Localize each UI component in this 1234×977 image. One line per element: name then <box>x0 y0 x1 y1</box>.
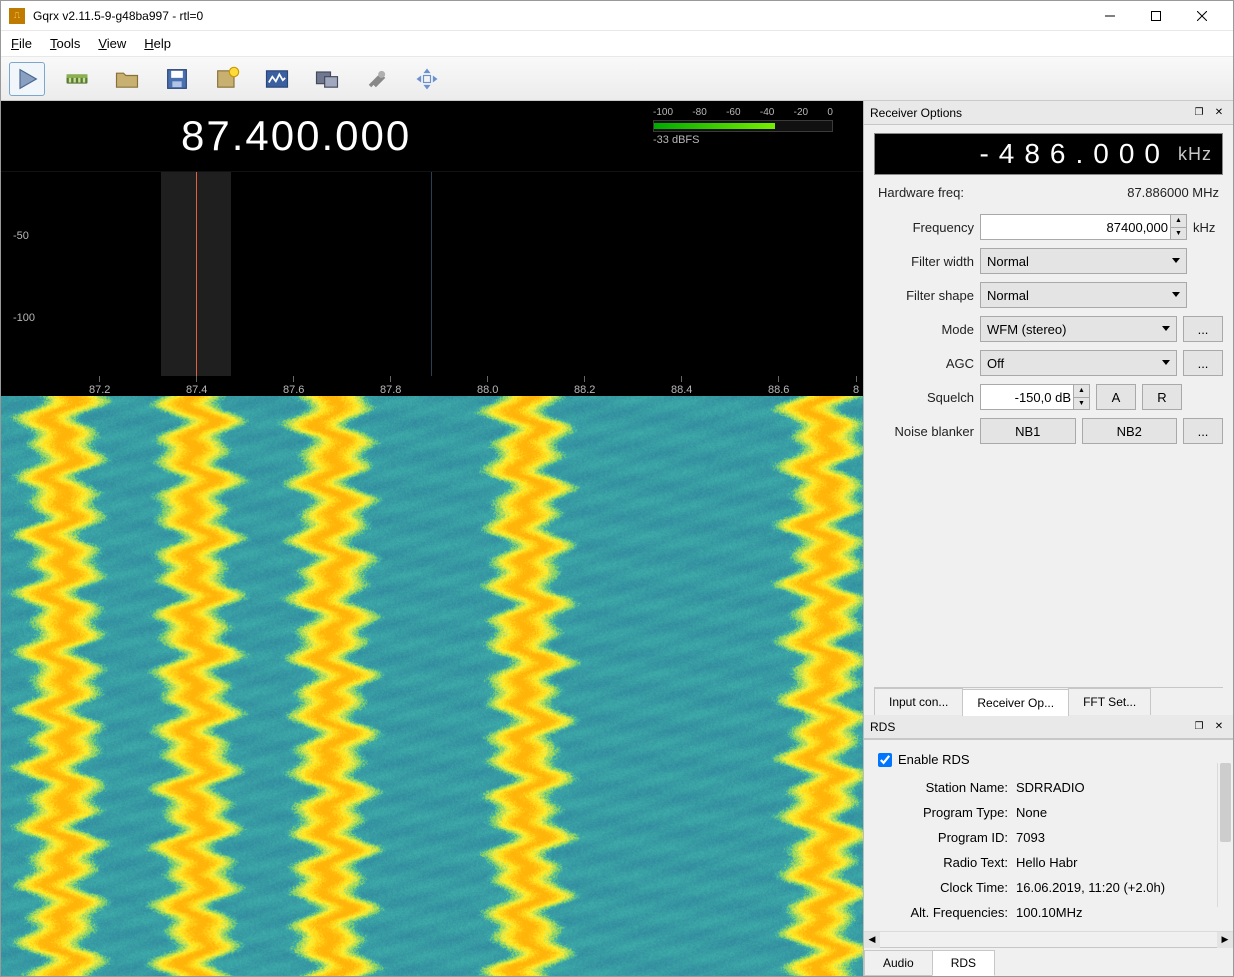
filter-shape-select[interactable]: Normal <box>980 282 1187 308</box>
options-pane: Receiver Options ❐ ✕ -486.000kHz Hardwar… <box>863 101 1233 976</box>
rds-station-name: SDRRADIO <box>1016 780 1085 795</box>
tune-marker[interactable] <box>196 172 197 376</box>
squelch-label: Squelch <box>874 390 974 405</box>
frequency-input[interactable] <box>980 214 1187 240</box>
nb2-button[interactable]: NB2 <box>1082 418 1178 444</box>
squelch-spin-up[interactable]: ▲ <box>1073 385 1089 398</box>
app-icon: ⎍ <box>9 8 25 24</box>
frequency-label: Frequency <box>874 220 974 235</box>
center-marker <box>431 172 432 376</box>
squelch-spin-down[interactable]: ▼ <box>1073 398 1089 410</box>
tab-audio[interactable]: Audio <box>864 950 933 976</box>
tab-fft-settings[interactable]: FFT Set... <box>1068 688 1151 715</box>
tab-rds[interactable]: RDS <box>932 950 995 976</box>
rds-alt-frequencies: 100.10MHz <box>1016 905 1082 920</box>
squelch-reset-button[interactable]: R <box>1142 384 1182 410</box>
device-config-button[interactable] <box>59 62 95 96</box>
rds-program-type: None <box>1016 805 1047 820</box>
receiver-options-title: Receiver Options <box>870 106 962 120</box>
menu-view[interactable]: View <box>98 36 126 51</box>
tab-input-controls[interactable]: Input con... <box>874 688 963 715</box>
window-titlebar: ⎍ Gqrx v2.11.5-9-g48ba997 - rtl=0 <box>1 1 1233 31</box>
save-button[interactable] <box>159 62 195 96</box>
agc-select[interactable]: Off <box>980 350 1177 376</box>
rds-title: RDS <box>870 720 895 734</box>
nb-more-button[interactable]: ... <box>1183 418 1223 444</box>
play-button[interactable] <box>9 62 45 96</box>
rds-dock-close-icon[interactable]: ✕ <box>1211 720 1227 734</box>
maximize-button[interactable] <box>1133 1 1179 31</box>
receiver-tab-strip: Input con... Receiver Op... FFT Set... <box>874 687 1223 715</box>
dsp-button[interactable] <box>259 62 295 96</box>
filter-width-label: Filter width <box>874 254 974 269</box>
menu-file[interactable]: File <box>11 36 32 51</box>
scroll-right-icon[interactable]: ▶ <box>1217 932 1233 948</box>
rds-program-id: 7093 <box>1016 830 1045 845</box>
waterfall-plot[interactable] <box>1 396 863 976</box>
remote-button[interactable] <box>309 62 345 96</box>
filter-width-select[interactable]: Normal <box>980 248 1187 274</box>
mode-select[interactable]: WFM (stereo) <box>980 316 1177 342</box>
scroll-left-icon[interactable]: ◀ <box>864 932 880 948</box>
enable-rds-label: Enable RDS <box>898 752 970 767</box>
hardware-freq-value: 87.886000 MHz <box>1127 185 1219 200</box>
menu-tools[interactable]: Tools <box>50 36 80 51</box>
close-button[interactable] <box>1179 1 1225 31</box>
fft-plot[interactable]: -50 -100 87.2 87.4 87.6 87.8 88.0 88.2 8… <box>1 171 863 396</box>
window-title: Gqrx v2.11.5-9-g48ba997 - rtl=0 <box>33 9 1087 23</box>
signal-meter-value: -33 dBFS <box>653 134 833 146</box>
filter-shape-label: Filter shape <box>874 288 974 303</box>
freq-spin-up[interactable]: ▲ <box>1170 215 1186 228</box>
hardware-freq-label: Hardware freq: <box>878 185 964 200</box>
record-button[interactable] <box>209 62 245 96</box>
spectrum-pane: 87.400.000 -100 -80 -60 -40 -20 0 -33 dB… <box>1 101 863 976</box>
squelch-auto-button[interactable]: A <box>1096 384 1136 410</box>
open-folder-button[interactable] <box>109 62 145 96</box>
offset-frequency-display[interactable]: -486.000kHz <box>874 133 1223 175</box>
tuned-frequency-display[interactable]: 87.400.000 <box>181 112 411 160</box>
agc-label: AGC <box>874 356 974 371</box>
nb1-button[interactable]: NB1 <box>980 418 1076 444</box>
menubar: File Tools View Help <box>1 31 1233 57</box>
agc-more-button[interactable]: ... <box>1183 350 1223 376</box>
rds-panel: Enable RDS Station Name:SDRRADIO Program… <box>864 739 1233 931</box>
menu-help[interactable]: Help <box>144 36 171 51</box>
enable-rds-checkbox[interactable] <box>878 753 892 767</box>
toolbar <box>1 57 1233 101</box>
tab-receiver-options[interactable]: Receiver Op... <box>962 689 1069 716</box>
rds-dock-float-icon[interactable]: ❐ <box>1191 720 1207 734</box>
minimize-button[interactable] <box>1087 1 1133 31</box>
spectrum-header: 87.400.000 -100 -80 -60 -40 -20 0 -33 dB… <box>1 101 863 171</box>
mode-label: Mode <box>874 322 974 337</box>
rds-radio-text: Hello Habr <box>1016 855 1077 870</box>
noise-blanker-label: Noise blanker <box>874 424 974 439</box>
mode-more-button[interactable]: ... <box>1183 316 1223 342</box>
receiver-options-titlebar: Receiver Options ❐ ✕ <box>864 101 1233 125</box>
settings-button[interactable] <box>359 62 395 96</box>
dock-close-icon[interactable]: ✕ <box>1211 106 1227 120</box>
rds-horizontal-scrollbar[interactable]: ◀ ▶ <box>864 931 1233 947</box>
rds-tab-strip: Audio RDS <box>864 947 1233 976</box>
freq-spin-down[interactable]: ▼ <box>1170 228 1186 240</box>
fullscreen-button[interactable] <box>409 62 445 96</box>
rds-clock-time: 16.06.2019, 11:20 (+2.0h) <box>1016 880 1165 895</box>
rds-vertical-scrollbar[interactable] <box>1217 763 1233 907</box>
dock-float-icon[interactable]: ❐ <box>1191 106 1207 120</box>
signal-meter: -100 -80 -60 -40 -20 0 -33 dBFS <box>653 107 833 146</box>
rds-titlebar: RDS ❐ ✕ <box>864 715 1233 739</box>
